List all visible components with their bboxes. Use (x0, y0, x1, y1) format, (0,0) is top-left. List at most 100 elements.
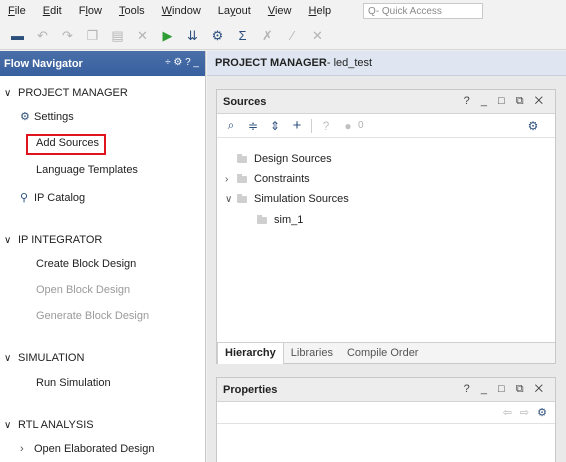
nav-open-elaborated-design[interactable]: › Open Elaborated Design (20, 443, 154, 455)
run-icon[interactable]: ▶ (158, 26, 177, 45)
nav-open-block-design[interactable]: Open Block Design (36, 284, 130, 296)
main-toolbar: ▬ ↶ ↷ ❐ ▤ ✕ ▶ ⇊ ⚙ Σ ✗ ⁄ ✕ (0, 22, 566, 50)
back-arrow-icon[interactable]: ⇦ (503, 406, 512, 419)
tree-item-constraints[interactable]: › Constraints (225, 173, 310, 185)
sources-title: Sources (223, 95, 267, 108)
toolbar-divider (311, 118, 312, 133)
tree-label: Constraints (254, 173, 310, 185)
nav-run-simulation[interactable]: Run Simulation (36, 377, 111, 389)
project-name: - led_test (326, 57, 373, 69)
flow-navigator-header-icons[interactable]: ÷ ⚙ ? _ (165, 57, 199, 68)
chevron-down-icon: ∨ (4, 88, 12, 99)
tree-item-design-sources[interactable]: Design Sources (225, 153, 332, 165)
section-label: RTL ANALYSIS (18, 419, 94, 431)
section-ip-integrator[interactable]: ∨ IP INTEGRATOR (4, 234, 102, 246)
nav-generate-block-design[interactable]: Generate Block Design (36, 310, 149, 322)
section-label: IP INTEGRATOR (18, 234, 103, 246)
section-simulation[interactable]: ∨ SIMULATION (4, 352, 84, 364)
quick-access-search[interactable]: Q- Quick Access (363, 3, 483, 19)
menu-flow[interactable]: Flow (79, 5, 102, 17)
nav-label: Open Block Design (36, 284, 131, 296)
menu-view[interactable]: View (268, 5, 292, 17)
nav-label: IP Catalog (34, 192, 86, 204)
tab-compile-order[interactable]: Compile Order (340, 343, 426, 364)
redo-icon[interactable]: ↷ (58, 26, 77, 45)
nav-settings[interactable]: ⚙ Settings (20, 110, 74, 123)
nav-label: Settings (34, 111, 74, 123)
nav-label: Run Simulation (36, 377, 111, 389)
chevron-down-icon: ∨ (4, 235, 12, 246)
folder-icon (257, 214, 267, 224)
sources-window-controls[interactable]: ? _ □ ⧉ ✕ (464, 95, 547, 108)
highlight-box (26, 134, 106, 155)
menu-tools[interactable]: Tools (119, 5, 145, 17)
menu-layout[interactable]: Layout (218, 5, 251, 17)
program-icon[interactable]: ⇊ (183, 26, 202, 45)
help-icon[interactable]: ? (318, 118, 334, 134)
tree-label: Design Sources (254, 153, 332, 165)
sources-panel-title: Sources ? _ □ ⧉ ✕ (217, 90, 555, 114)
properties-window-controls[interactable]: ? _ □ ⧉ ✕ (464, 383, 547, 396)
section-label: SIMULATION (18, 352, 85, 364)
nav-label: Generate Block Design (36, 310, 150, 322)
status-count: 0 (358, 120, 364, 131)
wand-icon[interactable]: ⁄ (283, 26, 302, 45)
folder-icon (237, 193, 247, 203)
ip-catalog-icon: ⚲ (20, 192, 29, 204)
tree-label: Simulation Sources (254, 193, 349, 205)
tree-item-sim-1[interactable]: sim_1 (257, 214, 303, 226)
nav-label: Language Templates (36, 164, 138, 176)
chevron-right-icon: › (20, 443, 24, 455)
undo-icon[interactable]: ↶ (33, 26, 52, 45)
sigma-icon[interactable]: Σ (233, 26, 252, 45)
flow-navigator-title: Flow Navigator (4, 57, 83, 70)
menu-help[interactable]: Help (309, 5, 332, 17)
chevron-down-icon: ∨ (4, 353, 12, 364)
chevron-right-icon: › (225, 173, 229, 185)
nav-language-templates[interactable]: Language Templates (36, 164, 138, 176)
expand-all-icon[interactable]: ⇕ (267, 118, 283, 134)
close-design-icon[interactable]: ✕ (308, 26, 327, 45)
folder-icon (237, 173, 247, 183)
sources-tabs: Hierarchy Libraries Compile Order (217, 342, 555, 364)
properties-toolbar: ⇦ ⇨ ⚙ (217, 402, 555, 424)
quick-access-placeholder: Q- Quick Access (368, 5, 442, 17)
debug-icon[interactable]: ✗ (258, 26, 277, 45)
nav-ip-catalog[interactable]: ⚲ IP Catalog (20, 191, 85, 204)
section-project-manager[interactable]: ∨ PROJECT MANAGER (4, 87, 128, 99)
tab-libraries[interactable]: Libraries (284, 343, 340, 364)
folder-icon (237, 153, 247, 163)
chevron-down-icon: ∨ (4, 420, 12, 431)
menu-window[interactable]: Window (162, 5, 201, 17)
gear-icon[interactable]: ⚙ (525, 118, 541, 134)
paste-icon[interactable]: ▤ (108, 26, 127, 45)
menu-edit[interactable]: Edit (43, 5, 62, 17)
gear-icon: ⚙ (20, 111, 30, 123)
properties-title: Properties (223, 383, 278, 396)
tree-item-simulation-sources[interactable]: ∨ Simulation Sources (225, 193, 349, 205)
add-icon[interactable]: + (289, 117, 305, 134)
chevron-down-icon: ∨ (225, 193, 233, 205)
settings-icon[interactable]: ⚙ (208, 26, 227, 45)
section-rtl-analysis[interactable]: ∨ RTL ANALYSIS (4, 419, 94, 431)
properties-panel: Properties ? _ □ ⧉ ✕ ⇦ ⇨ ⚙ (216, 377, 556, 462)
open-project-icon[interactable]: ▬ (8, 26, 27, 45)
sources-toolbar: ⌕ ≑ ⇕ + ? ● 0 ⚙ (217, 114, 555, 138)
tree-label: sim_1 (274, 214, 304, 226)
gear-icon[interactable]: ⚙ (537, 406, 547, 419)
project-manager-header: PROJECT MANAGER - led_test (207, 51, 566, 76)
menu-file[interactable]: File (8, 5, 26, 17)
tab-hierarchy[interactable]: Hierarchy (217, 342, 284, 364)
properties-panel-title: Properties ? _ □ ⧉ ✕ (217, 378, 555, 402)
search-icon[interactable]: ⌕ (223, 118, 239, 134)
flow-navigator: Flow Navigator ÷ ⚙ ? _ ∨ PROJECT MANAGER … (0, 51, 206, 462)
status-dot-icon: ● (344, 118, 352, 133)
section-label: PROJECT MANAGER (18, 87, 128, 99)
nav-create-block-design[interactable]: Create Block Design (36, 258, 136, 270)
project-manager-label: PROJECT MANAGER (215, 57, 327, 69)
collapse-all-icon[interactable]: ≑ (245, 118, 261, 134)
nav-label: Open Elaborated Design (34, 443, 155, 455)
delete-icon[interactable]: ✕ (133, 26, 152, 45)
forward-arrow-icon[interactable]: ⇨ (520, 406, 529, 419)
copy-icon[interactable]: ❐ (83, 26, 102, 45)
